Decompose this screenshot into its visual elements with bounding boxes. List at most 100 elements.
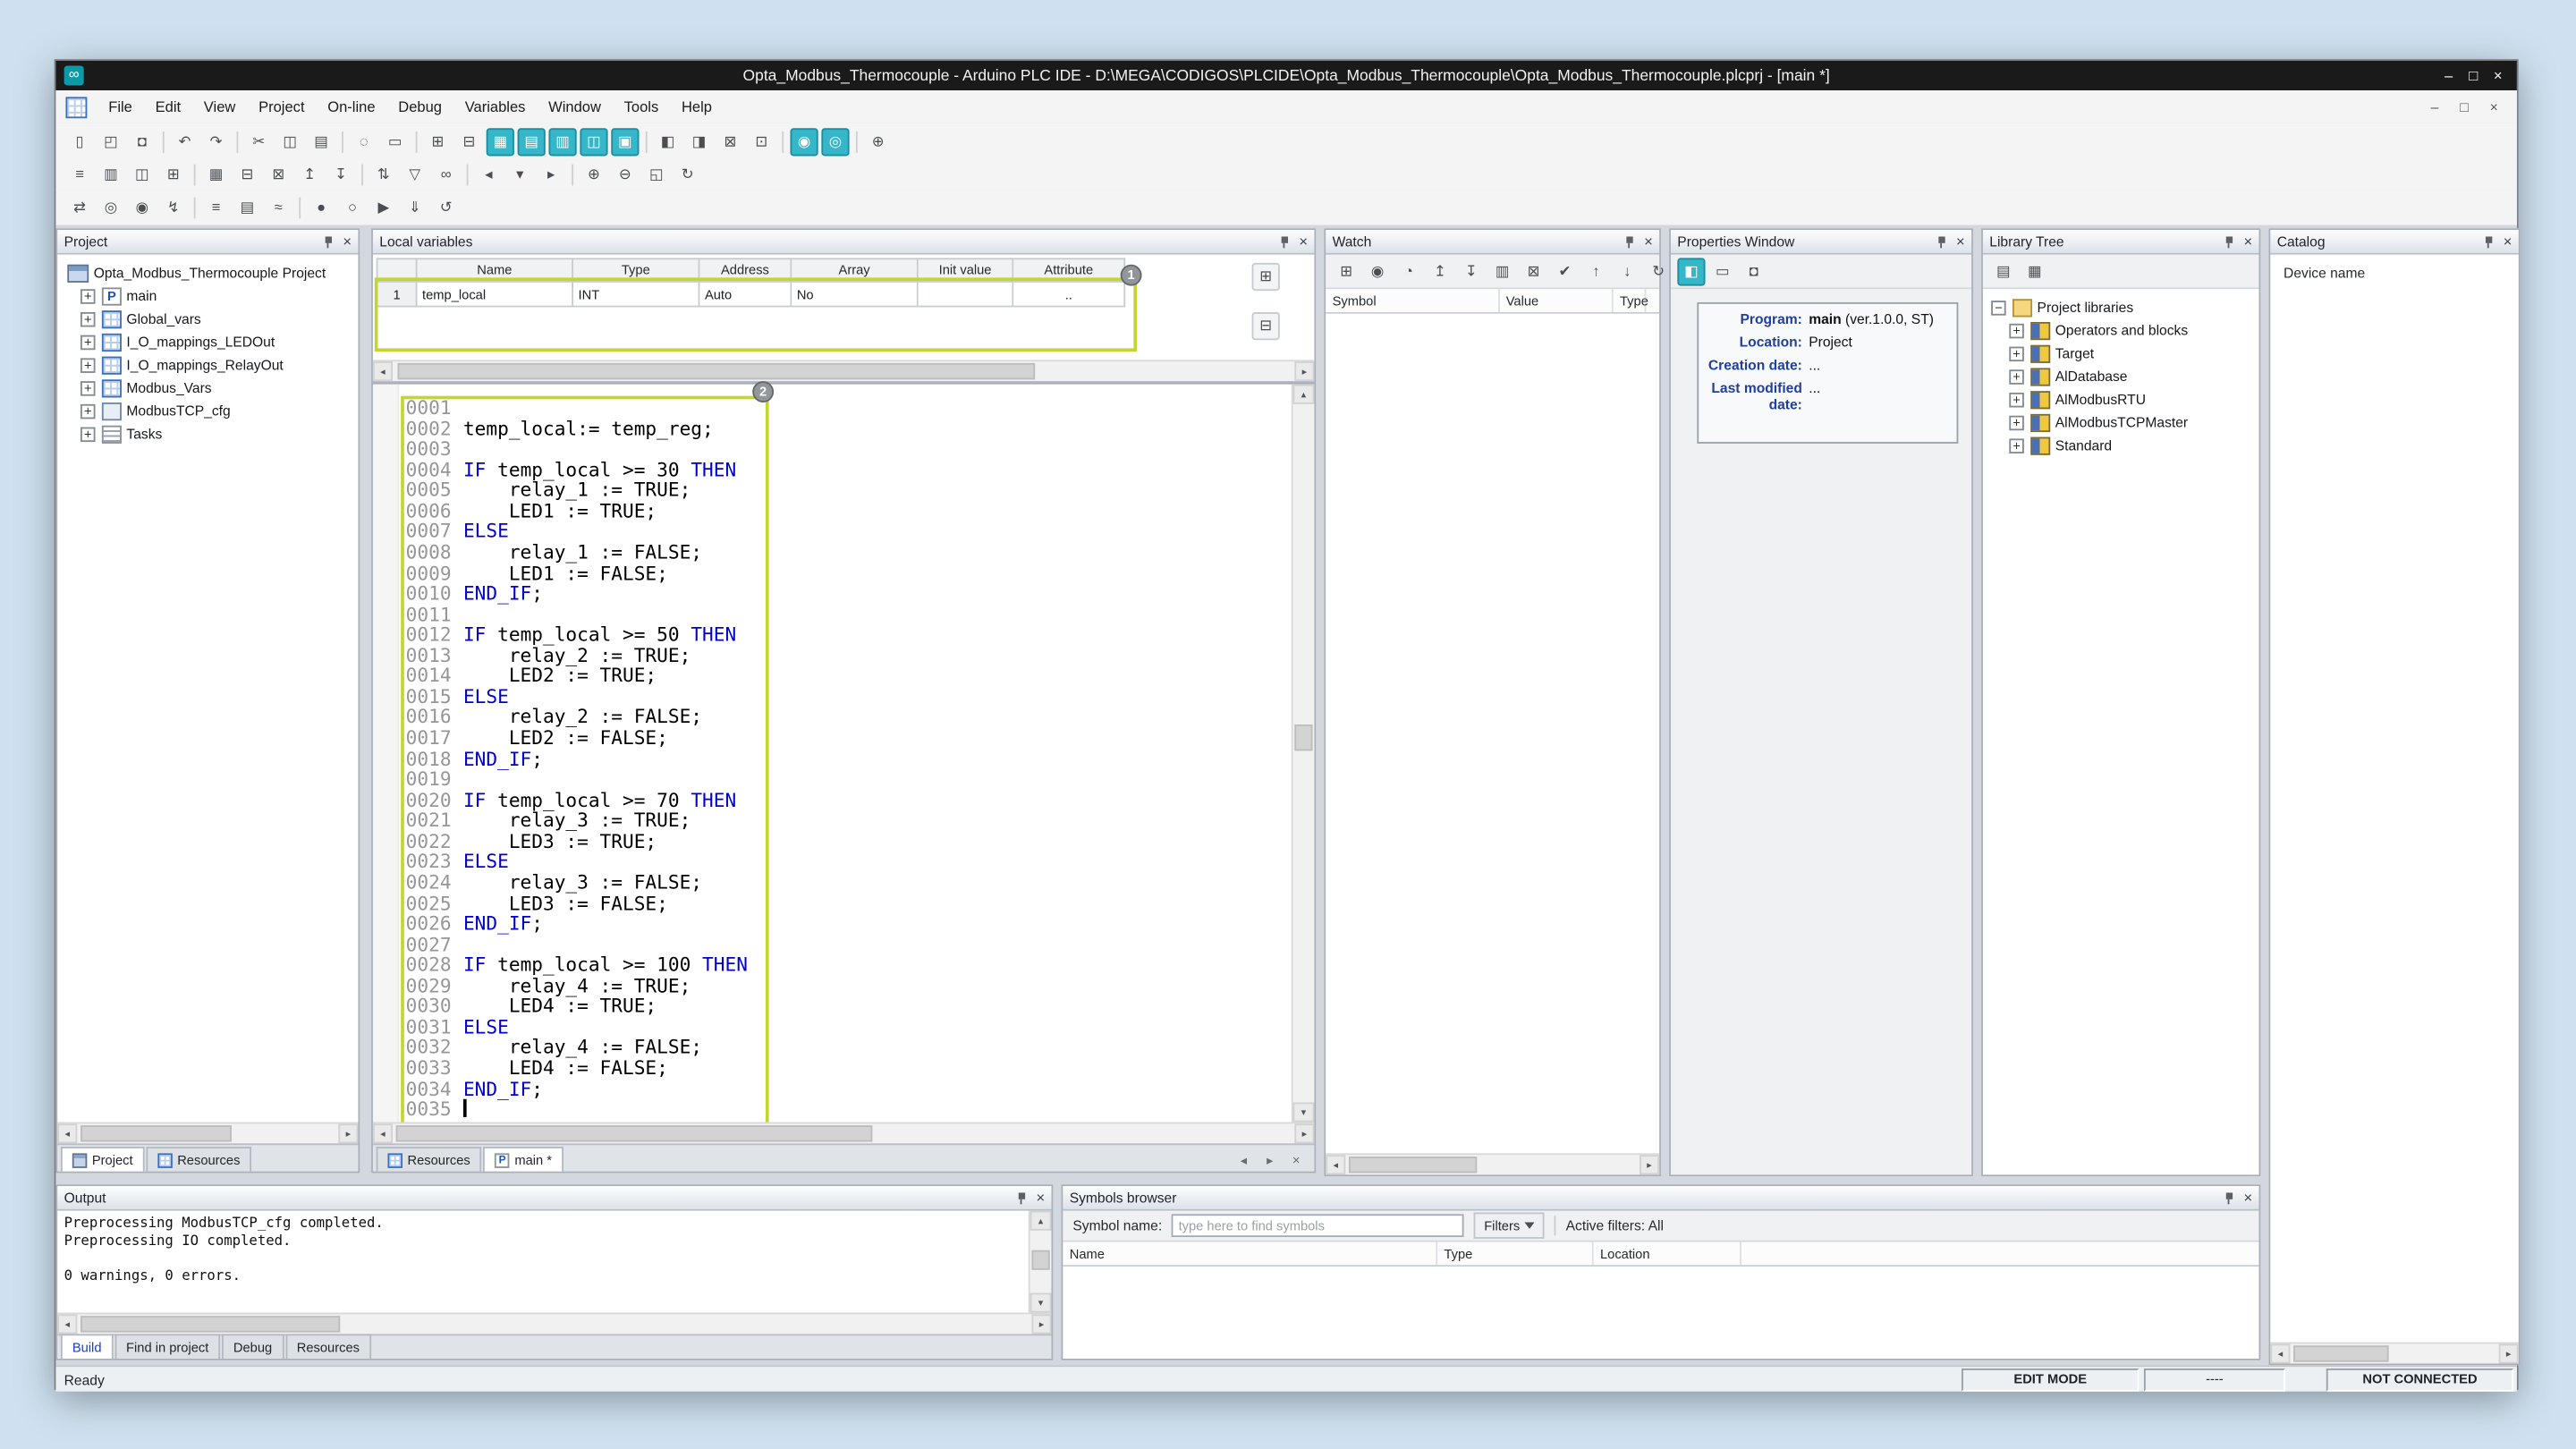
library-titlebar[interactable]: Library Tree × (1983, 230, 2259, 255)
expander-icon[interactable]: + (80, 427, 96, 442)
scrollbar-track[interactable] (1030, 1231, 1052, 1293)
close-button[interactable]: × (2486, 63, 2511, 89)
variable-row[interactable]: 1temp_localINTAutoNo.. (377, 283, 1126, 308)
layout-icon[interactable]: ▥ (97, 160, 124, 188)
refresh-icon[interactable]: ↻ (674, 160, 701, 188)
download-code-icon[interactable]: ⇓ (401, 193, 428, 221)
local-variables-titlebar[interactable]: Local variables × (373, 230, 1314, 255)
open-project-icon[interactable]: ◰ (97, 127, 124, 155)
tree-item-operators-and-blocks[interactable]: +Operators and blocks (1983, 318, 2259, 342)
column-header-location[interactable]: Location (1594, 1242, 1741, 1266)
code-line[interactable]: 0024 relay_3 := FALSE; (373, 872, 1292, 893)
pin-icon[interactable] (1935, 234, 1948, 250)
output-hscrollbar[interactable]: ◂▸ (57, 1313, 1051, 1335)
scroll-left-button[interactable]: ◂ (57, 1123, 77, 1143)
bookmark-icon[interactable]: ▾ (506, 160, 534, 188)
options-icon[interactable]: ⊕ (864, 127, 892, 155)
watch-apply-icon[interactable]: ✔ (1551, 257, 1579, 284)
zoom-in-icon[interactable]: ⊕ (580, 160, 607, 188)
array-cell[interactable]: No (792, 283, 918, 308)
column-header-symbol[interactable]: Symbol (1326, 289, 1499, 312)
scroll-right-button[interactable]: ▸ (338, 1123, 358, 1143)
menu-window[interactable]: Window (537, 90, 613, 123)
scroll-right-button[interactable]: ▸ (1294, 1123, 1314, 1143)
column-header-address[interactable]: Address (699, 258, 792, 283)
tree-item-almodbustcpmaster[interactable]: +AlModbusTCPMaster (1983, 411, 2259, 434)
project-panel-titlebar[interactable]: Project × (57, 230, 358, 255)
view-il-icon[interactable]: ▣ (611, 127, 639, 155)
watch-move-up-icon[interactable]: ↑ (1582, 257, 1610, 284)
watch-import-icon[interactable]: ↧ (1457, 257, 1485, 284)
tree-item-modbus-vars[interactable]: +Modbus_Vars (57, 377, 358, 400)
find-icon[interactable]: ◌ (350, 127, 377, 155)
scrollbar-track[interactable] (77, 1314, 1031, 1334)
tree-item-project-root[interactable]: Opta_Modbus_Thermocouple Project (57, 261, 358, 284)
watch-table-icon[interactable]: ⊞ (1333, 257, 1360, 284)
build-all-icon[interactable]: ⊠ (716, 127, 744, 155)
column-header-type[interactable]: Type (573, 258, 699, 283)
code-line[interactable]: 0026END_IF; (373, 913, 1292, 934)
cut-icon[interactable]: ✂ (245, 127, 273, 155)
scroll-left-button[interactable]: ◂ (373, 361, 393, 381)
code-line[interactable]: 0008 relay_1 := FALSE; (373, 542, 1292, 563)
code-line[interactable]: 0035 (373, 1099, 1292, 1120)
quick-connect-icon[interactable]: ↯ (159, 193, 187, 221)
tree-item-modbustcp-cfg[interactable]: +ModbusTCP_cfg (57, 399, 358, 422)
prev-bookmark-icon[interactable]: ◂ (475, 160, 503, 188)
menu-on-line[interactable]: On-line (316, 90, 386, 123)
copy-icon[interactable]: ◫ (276, 127, 304, 155)
watch-move-down-icon[interactable]: ↓ (1614, 257, 1641, 284)
graphic-trigger-icon[interactable]: ≈ (265, 193, 292, 221)
code-line[interactable]: 0017 LED2 := FALSE; (373, 728, 1292, 749)
menu-file[interactable]: File (97, 90, 143, 123)
expander-icon[interactable]: + (2009, 415, 2024, 430)
view-ld-icon[interactable]: ▥ (548, 127, 576, 155)
expander-icon[interactable]: + (80, 311, 96, 326)
auto-refresh-icon[interactable]: ◧ (1677, 257, 1705, 284)
scrollbar-track[interactable] (77, 1123, 338, 1143)
tree-item-i-o-mappings-relayout[interactable]: +I_O_mappings_RelayOut (57, 353, 358, 377)
scroll-right-button[interactable]: ▸ (2499, 1343, 2519, 1363)
restore-button[interactable]: □ (2461, 63, 2486, 89)
scrollbar-thumb[interactable] (80, 1316, 340, 1332)
code-line[interactable]: 0007ELSE (373, 521, 1292, 542)
tab-project[interactable]: Project (61, 1147, 145, 1172)
watch-body[interactable] (1326, 314, 1659, 1154)
watch-clear-icon[interactable]: ⊠ (1520, 257, 1547, 284)
scrollbar-track[interactable] (1345, 1155, 1640, 1174)
code-line[interactable]: 0027 (373, 934, 1292, 954)
connect-icon[interactable]: ◉ (790, 127, 818, 155)
expander-icon[interactable]: + (2009, 346, 2024, 361)
scrollbar-track[interactable] (1293, 404, 1315, 1103)
column-header-init-value[interactable]: Init value (919, 258, 1014, 283)
view-sfc-icon[interactable]: ◫ (580, 127, 607, 155)
code-line[interactable]: 0013 relay_2 := TRUE; (373, 645, 1292, 665)
address-cell[interactable]: Auto (699, 283, 792, 308)
scroll-left-button[interactable]: ◂ (2270, 1343, 2290, 1363)
code-line[interactable]: 0001 (373, 397, 1292, 418)
column-header-name[interactable]: Name (418, 258, 573, 283)
scrollbar-thumb[interactable] (397, 363, 1035, 379)
scrollbar-thumb[interactable] (80, 1125, 232, 1141)
scroll-down-button[interactable]: ▾ (1293, 1102, 1315, 1122)
scroll-up-button[interactable]: ▴ (1030, 1211, 1052, 1231)
code-line[interactable]: 0009 LED1 := FALSE; (373, 563, 1292, 583)
code-line[interactable]: 0030 LED4 := TRUE; (373, 996, 1292, 1017)
tab-main[interactable]: main * (483, 1147, 563, 1172)
paste-icon[interactable]: ▤ (307, 127, 335, 155)
pin-icon[interactable] (2223, 234, 2236, 250)
expander-icon[interactable]: + (2009, 392, 2024, 407)
scrollbar-thumb[interactable] (2293, 1345, 2389, 1361)
editor-vscrollbar[interactable]: ▴▾ (1292, 385, 1315, 1123)
expander-icon[interactable]: + (80, 288, 96, 303)
sort-icon[interactable]: ⇅ (369, 160, 397, 188)
code-line[interactable]: 0028IF temp_local >= 100 THEN (373, 954, 1292, 975)
column-header-array[interactable]: Array (792, 258, 918, 283)
scrollbar-thumb[interactable] (1294, 724, 1312, 750)
output-titlebar[interactable]: Output × (57, 1186, 1051, 1211)
row-number-cell[interactable]: 1 (377, 283, 418, 308)
grid-view-icon[interactable]: ▦ (202, 160, 230, 188)
pin-icon[interactable] (1623, 234, 1636, 250)
scrollbar-track[interactable] (393, 1123, 1294, 1143)
scroll-left-button[interactable]: ◂ (57, 1314, 77, 1334)
